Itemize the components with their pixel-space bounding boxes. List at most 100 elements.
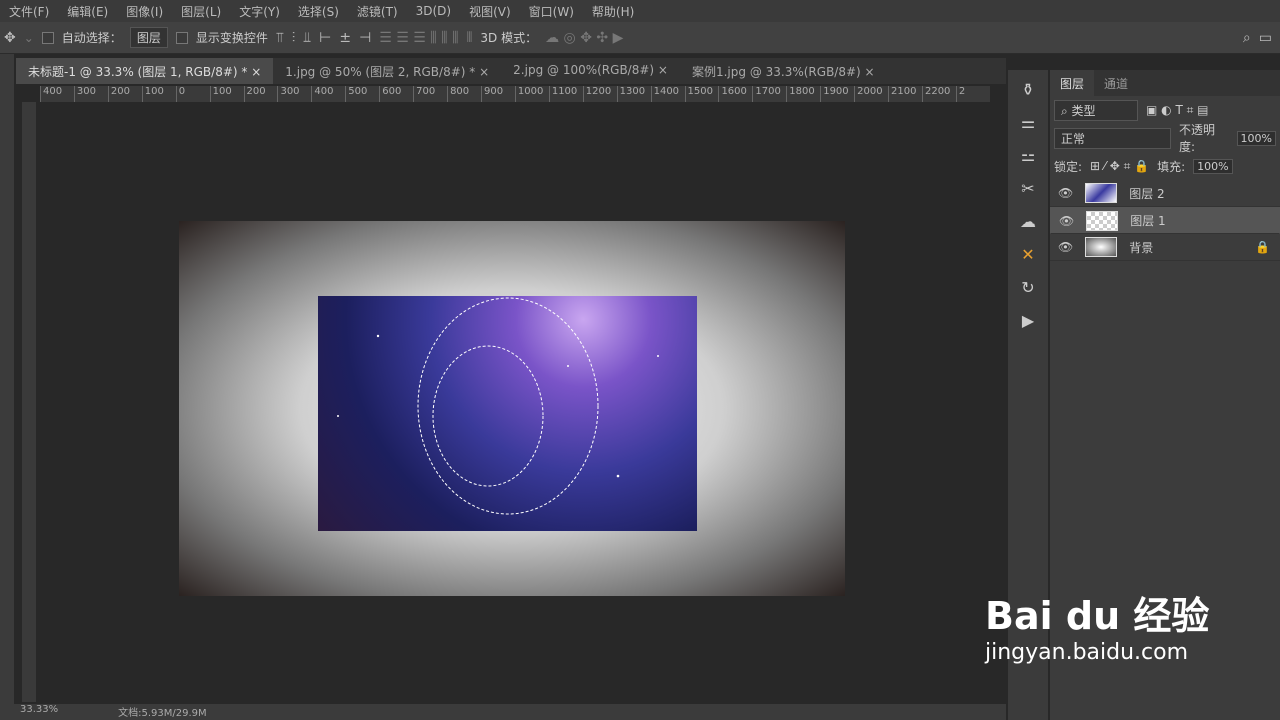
canvas-area[interactable] [36,102,988,702]
tab-label: 2.jpg @ 100%(RGB/8#) [513,63,654,77]
eye-icon[interactable]: 👁 [1058,240,1073,254]
search-icon[interactable]: ⌕ [1243,30,1251,46]
menu-bar: 文件(F) 编辑(E) 图像(I) 图层(L) 文字(Y) 选择(S) 滤镜(T… [0,0,1280,22]
menu-3d[interactable]: 3D(D) [407,4,460,18]
vertical-ruler [22,102,36,702]
align-top-icon[interactable]: ⫪ [276,30,284,46]
ruler-tick: 2200 [922,86,956,102]
align-bottom-icon[interactable]: ⫫ [303,30,311,46]
ruler-tick: 2000 [854,86,888,102]
workspace-icon[interactable]: ▭ [1259,30,1272,46]
fill-label: 填充: [1157,158,1185,175]
filter-label: 类型 [1072,104,1096,118]
auto-align-icon[interactable]: ⫴ [467,30,473,46]
menu-file[interactable]: 文件(F) [0,3,58,20]
document-tabs: 未标题-1 @ 33.3% (图层 1, RGB/8#) * × 1.jpg @… [16,58,1006,84]
close-icon[interactable]: × [251,65,261,79]
libraries-icon[interactable]: ☁ [1020,212,1036,231]
close-icon[interactable]: × [658,63,668,77]
align-left-icon[interactable]: ⊢ [319,30,331,46]
layer-thumbnail [1085,183,1117,203]
layer-thumbnail [1086,211,1118,231]
tool-presets-icon[interactable]: ✂ [1021,179,1034,198]
adjustments-icon[interactable]: ⚌ [1021,113,1035,132]
align-vcenter-icon[interactable]: ⫶ [292,30,296,46]
layer-row[interactable]: 👁 背景 🔒 [1050,234,1280,261]
tools-icon[interactable]: ✕ [1021,245,1034,264]
distribute-icon[interactable]: ☰ ☰ ☰ ⫼ ⫼ ⫼ [379,30,458,46]
tab-1jpg[interactable]: 1.jpg @ 50% (图层 2, RGB/8#) * × [273,58,501,84]
align-right-icon[interactable]: ⊣ [359,30,371,46]
menu-window[interactable]: 窗口(W) [520,3,583,20]
menu-layer[interactable]: 图层(L) [172,3,230,20]
clone-source-icon[interactable]: ⚍ [1021,146,1035,165]
menu-edit[interactable]: 编辑(E) [58,3,117,20]
selection-marquee [318,296,697,531]
auto-select-label: 自动选择： [62,29,122,46]
layer-filter-dropdown[interactable]: ⌕ 类型 [1054,100,1138,121]
document-gradient-background [179,221,845,596]
ruler-tick: 900 [481,86,515,102]
close-icon[interactable]: × [479,65,489,79]
menu-filter[interactable]: 滤镜(T) [348,3,407,20]
ruler-tick: 2100 [888,86,922,102]
auto-select-checkbox[interactable] [42,32,54,44]
menu-help[interactable]: 帮助(H) [583,3,643,20]
eye-icon[interactable]: 👁 [1058,186,1073,200]
lock-label: 锁定: [1054,158,1082,175]
ruler-tick: 0 [176,86,210,102]
watermark-brand: Bai du 经验 [985,585,1209,640]
ruler-tick: 400 [311,86,345,102]
zoom-level[interactable]: 33.33% [20,704,58,720]
actions-play-icon[interactable]: ▶ [1022,311,1034,330]
layer-name: 图层 1 [1130,212,1165,229]
3d-mode-label: 3D 模式： [480,29,537,46]
history-icon[interactable]: ↻ [1021,278,1034,297]
layer-name: 图层 2 [1129,185,1164,202]
status-bar: 33.33% 文档:5.93M/29.9M [0,704,1006,720]
ruler-tick: 100 [142,86,176,102]
show-transform-checkbox[interactable] [176,32,188,44]
lock-icons[interactable]: ⊞ ⁄ ✥ ⌗ 🔒 [1090,159,1149,174]
brush-presets-icon[interactable]: ⚱ [1021,80,1034,99]
ruler-tick: 1000 [515,86,549,102]
watermark-url: jingyan.baidu.com [985,640,1209,665]
menu-select[interactable]: 选择(S) [289,3,348,20]
auto-select-dropdown[interactable]: 图层 [130,27,168,48]
chevron-down-icon[interactable]: ⌄ [24,31,34,45]
ruler-tick: 200 [244,86,278,102]
3d-tools-icon[interactable]: ☁ ◎ ✥ ✣ ▶ [545,30,623,46]
ruler-tick: 200 [108,86,142,102]
tab-channels[interactable]: 通道 [1094,70,1138,96]
tab-layers[interactable]: 图层 [1050,70,1094,96]
eye-icon[interactable]: 👁 [1059,214,1074,228]
fill-input[interactable]: 100% [1193,159,1232,174]
menu-image[interactable]: 图像(I) [117,3,172,20]
ruler-tick: 1300 [617,86,651,102]
menu-type[interactable]: 文字(Y) [230,3,289,20]
ruler-tick: 2 [956,86,990,102]
ruler-tick: 1100 [549,86,583,102]
tools-panel[interactable] [0,54,14,720]
move-tool-icon[interactable]: ✥ [4,30,16,46]
ruler-tick: 400 [40,86,74,102]
tab-untitled[interactable]: 未标题-1 @ 33.3% (图层 1, RGB/8#) * × [16,58,273,84]
tab-label: 未标题-1 @ 33.3% (图层 1, RGB/8#) * [28,65,247,79]
doc-size: 文档:5.93M/29.9M [118,704,207,720]
lock-icon: 🔒 [1255,240,1270,254]
close-icon[interactable]: × [865,65,875,79]
layer-row[interactable]: 👁 图层 2 [1050,180,1280,207]
ruler-tick: 1500 [685,86,719,102]
blend-mode-dropdown[interactable]: 正常 [1054,128,1171,149]
ruler-tick: 100 [210,86,244,102]
tab-label: 案例1.jpg @ 33.3%(RGB/8#) [692,65,861,79]
tab-example[interactable]: 案例1.jpg @ 33.3%(RGB/8#) × [680,58,887,84]
layer-row[interactable]: 👁 图层 1 [1050,207,1280,234]
filter-icons[interactable]: ▣ ◐ T ⌗ ▤ [1146,103,1209,118]
ruler-tick: 1200 [583,86,617,102]
menu-view[interactable]: 视图(V) [460,3,520,20]
ruler-tick: 800 [447,86,481,102]
opacity-input[interactable]: 100% [1237,131,1276,146]
align-hcenter-icon[interactable]: ± [339,30,351,46]
tab-2jpg[interactable]: 2.jpg @ 100%(RGB/8#) × [501,58,680,84]
